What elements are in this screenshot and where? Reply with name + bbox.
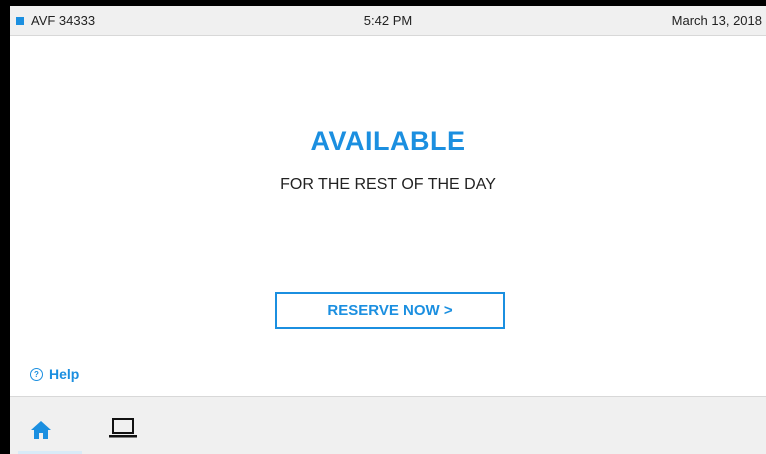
date: March 13, 2018 bbox=[671, 13, 762, 28]
status-bar: AVF 34333 5:42 PM March 13, 2018 bbox=[10, 6, 766, 36]
clock: 5:42 PM bbox=[363, 13, 413, 28]
home-icon bbox=[31, 421, 51, 439]
laptop-icon bbox=[109, 418, 137, 438]
availability-status: AVAILABLE bbox=[310, 126, 466, 156]
main-content: AVAILABLE FOR THE REST OF THE DAY RESERV… bbox=[10, 36, 766, 394]
bottom-nav bbox=[10, 396, 766, 454]
availability-detail: FOR THE REST OF THE DAY bbox=[280, 176, 496, 193]
nav-home-button[interactable] bbox=[26, 415, 56, 445]
room-panel-screen: AVF 34333 5:42 PM March 13, 2018 AVAILAB… bbox=[10, 6, 766, 454]
nav-laptop-button[interactable] bbox=[106, 413, 140, 443]
help-label: Help bbox=[49, 366, 80, 382]
help-link[interactable]: ? Help bbox=[30, 366, 79, 382]
help-circle-icon: ? bbox=[30, 367, 43, 381]
reserve-now-button[interactable]: RESERVE NOW > bbox=[275, 292, 505, 329]
